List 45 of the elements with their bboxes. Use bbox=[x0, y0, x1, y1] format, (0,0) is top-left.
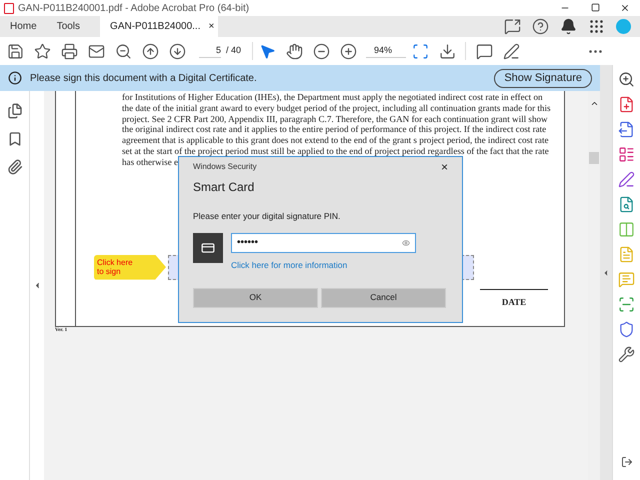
pages-icon[interactable] bbox=[6, 103, 22, 119]
dialog-button[interactable]: OK bbox=[193, 288, 318, 308]
scroll-thumb[interactable] bbox=[589, 152, 599, 164]
scan-icon[interactable] bbox=[618, 296, 635, 313]
body-text-line: has otherwise e bbox=[122, 156, 178, 168]
info-icon bbox=[8, 71, 22, 85]
wrench-icon[interactable] bbox=[618, 346, 635, 363]
scroll-up-icon[interactable] bbox=[590, 99, 598, 108]
app-logo-icon bbox=[4, 2, 14, 14]
banner-message: Please sign this document with a Digital Certificate. bbox=[30, 72, 257, 86]
tab[interactable]: Tools bbox=[46, 16, 90, 37]
dialog-title: Smart Card bbox=[193, 179, 256, 196]
body-text-line: the date of the initial grant award to every budget period of the project, including all continuation grants made for this bbox=[122, 102, 551, 114]
zoom-icon[interactable] bbox=[618, 71, 635, 88]
zoom-dropdown[interactable]: 94% bbox=[366, 44, 406, 58]
dialog-caption: Windows Security bbox=[193, 161, 257, 173]
reveal-icon[interactable] bbox=[402, 238, 410, 247]
expand-icon[interactable] bbox=[602, 268, 610, 276]
file-search-icon[interactable] bbox=[618, 196, 635, 213]
body-text-line: for Institutions of Higher Education (IHEs), the Department must apply the negotiated indirect cost rate in effect on bbox=[122, 92, 543, 103]
dialog-prompt: Please enter your digital signature PIN. bbox=[193, 210, 342, 223]
scrollbar[interactable] bbox=[588, 91, 600, 480]
page-field[interactable]: 5 bbox=[199, 44, 221, 58]
body-text-line: set at the start of the project period must still be applied to the end of project period regardless of the fact that the rate bbox=[122, 146, 549, 157]
show-signature-button[interactable]: Show Signature bbox=[494, 68, 592, 88]
dialog-button[interactable]: Cancel bbox=[321, 288, 446, 308]
window-title: GAN-P011B240001.pdf - Adobe Acrobat Pro (64-bit) bbox=[18, 2, 250, 16]
tab[interactable]: Home bbox=[0, 16, 47, 37]
exit-icon[interactable] bbox=[620, 456, 632, 468]
pen-icon[interactable] bbox=[618, 171, 635, 188]
body-text-line: agreement that is applicable to this grant does not extend to the end of the grant s project period, the indirect cost rate bbox=[122, 135, 549, 146]
form-icon[interactable] bbox=[618, 146, 635, 163]
bookmark-icon[interactable] bbox=[6, 131, 22, 147]
smart-card-icon bbox=[193, 232, 223, 263]
page-count: / 40 bbox=[226, 44, 242, 58]
file-plus-icon[interactable] bbox=[618, 96, 635, 113]
body-text-line: project. See 2 CFR Part 200, Appendix III, paragraph C.7. Therefore, the GAN for each continuation grant will show bbox=[122, 114, 548, 124]
dialog-close-button[interactable]: × bbox=[440, 158, 448, 176]
attachment-icon[interactable] bbox=[6, 159, 22, 175]
pin-field[interactable]: •••••• bbox=[231, 232, 416, 253]
file-export-icon[interactable] bbox=[618, 121, 635, 138]
date-label: DATE bbox=[502, 296, 526, 309]
body-text-line: the original indirect cost rate and it applies to the entire period of performance of this project. If the indirect cost rate bbox=[122, 124, 546, 136]
tab[interactable]: GAN-P011B24000... × bbox=[100, 16, 218, 37]
shield-icon[interactable] bbox=[618, 321, 635, 338]
